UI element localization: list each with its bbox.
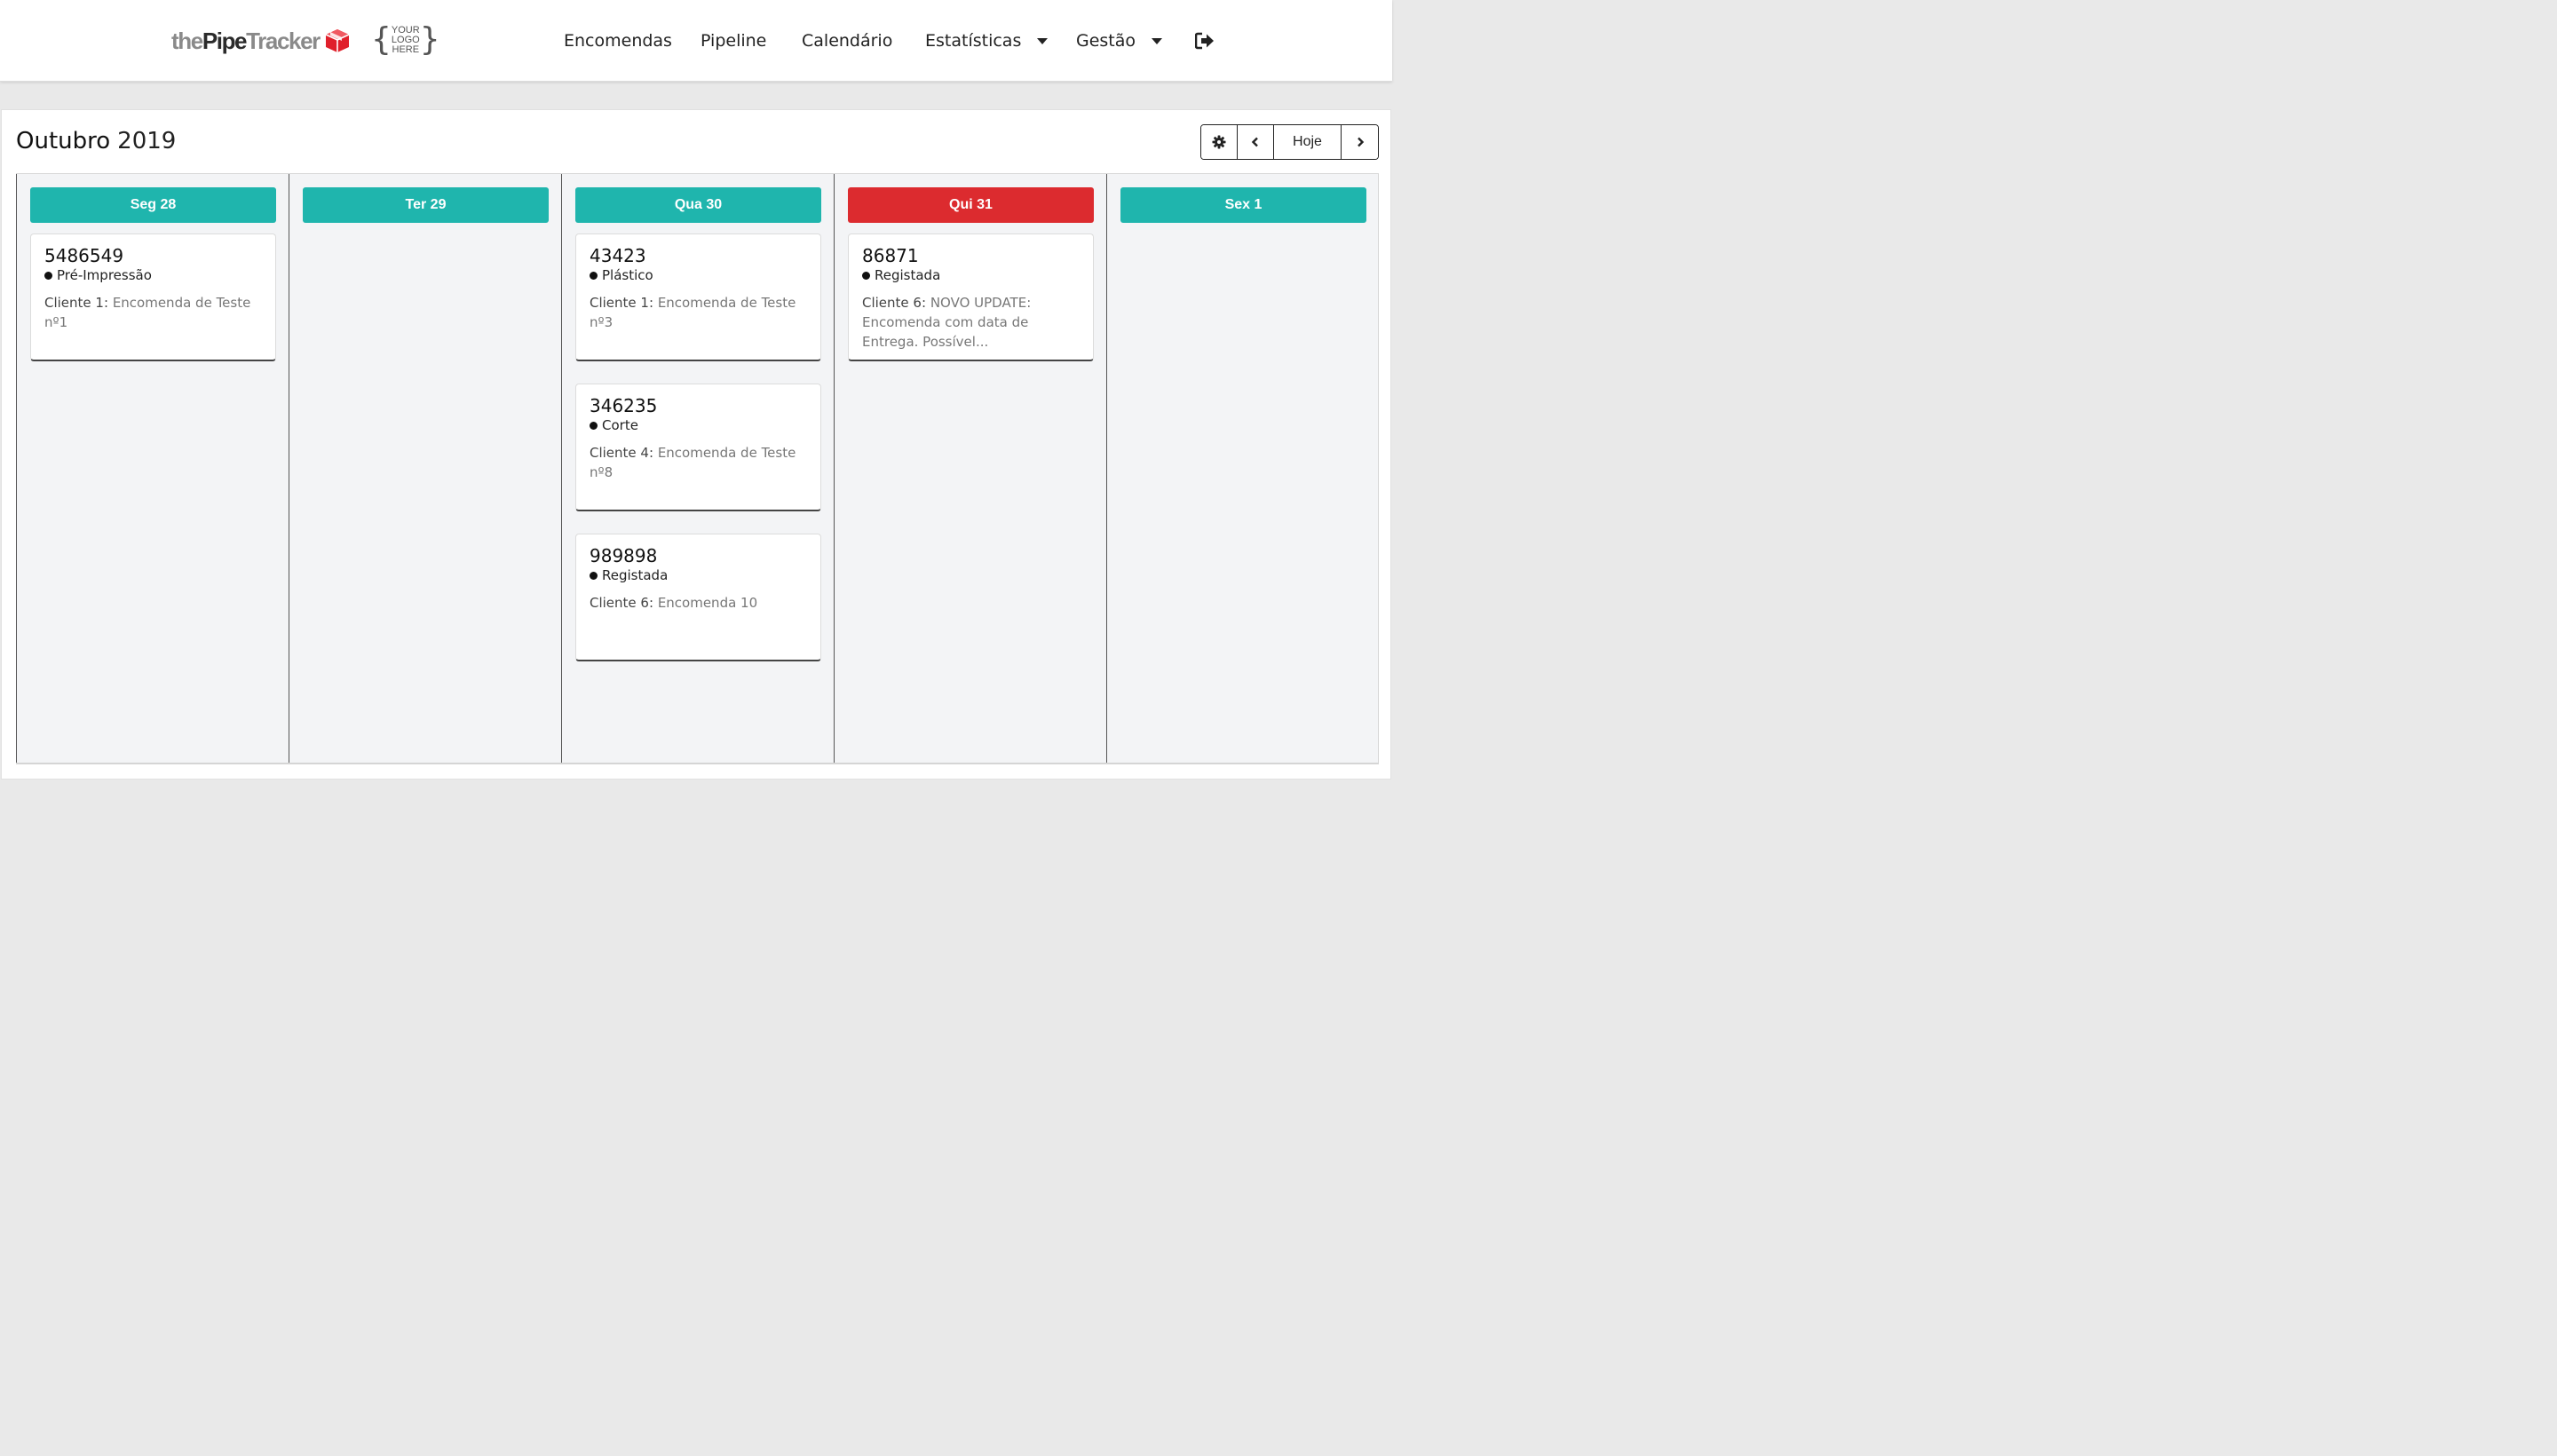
nav-management-label: Gestão xyxy=(1076,31,1136,51)
order-description: Cliente 1: Encomenda de Teste nº3 xyxy=(590,293,807,332)
order-card[interactable]: 5486549 Pré-Impressão Cliente 1: Encomen… xyxy=(30,233,276,361)
order-status: Corte xyxy=(590,416,807,434)
order-client: Cliente 4: xyxy=(590,445,654,461)
order-description-text: Encomenda 10 xyxy=(657,595,758,611)
order-number: 86871 xyxy=(862,245,919,266)
nav-calendar[interactable]: Calendário xyxy=(802,28,892,53)
day-header-thu-today[interactable]: Qui 31 xyxy=(848,187,1094,223)
order-description: Cliente 6: Encomenda 10 xyxy=(590,593,807,613)
order-client: Cliente 1: xyxy=(44,295,109,311)
day-header-mon[interactable]: Seg 28 xyxy=(30,187,276,223)
nav-statistics-label: Estatísticas xyxy=(925,31,1022,51)
logo-line-3: HERE xyxy=(392,44,420,55)
status-dot-icon xyxy=(862,271,870,280)
order-status: Plástico xyxy=(590,266,807,284)
brand-text-the: the xyxy=(171,27,203,54)
next-week-button[interactable] xyxy=(1342,125,1378,159)
nav-orders[interactable]: Encomendas xyxy=(564,28,672,53)
logo-placeholder-text: YOUR LOGO HERE xyxy=(391,24,420,55)
brace-right-icon: } xyxy=(419,21,440,58)
order-client: Cliente 6: xyxy=(862,295,927,311)
order-status-label: Pré-Impressão xyxy=(57,267,152,283)
brand-text-tracker: Tracker xyxy=(246,27,321,54)
day-column-thu: Qui 31 86871 Registada Cliente 6: NOVO U… xyxy=(834,174,1106,763)
brace-left-icon: { xyxy=(371,21,392,58)
status-dot-icon xyxy=(44,271,52,280)
gear-icon xyxy=(1212,135,1226,149)
order-client: Cliente 6: xyxy=(590,595,654,611)
calendar-panel: Outubro 2019 Hoje Seg 28 5486549 Pré-Imp… xyxy=(1,109,1391,779)
day-column-tue: Ter 29 xyxy=(289,174,561,763)
logo-line-2: LOGO xyxy=(391,34,420,45)
today-button[interactable]: Hoje xyxy=(1274,125,1342,159)
day-column-wed: Qua 30 43423 Plástico Cliente 1: Encomen… xyxy=(561,174,834,763)
calendar-title: Outubro 2019 xyxy=(16,128,176,154)
status-dot-icon xyxy=(590,271,598,280)
order-card[interactable]: 346235 Corte Cliente 4: Encomenda de Tes… xyxy=(575,384,821,511)
order-number: 43423 xyxy=(590,245,646,266)
status-dot-icon xyxy=(590,571,598,580)
calendar-month: Outubro xyxy=(16,128,111,154)
order-card[interactable]: 989898 Registada Cliente 6: Encomenda 10 xyxy=(575,534,821,661)
day-column-fri: Sex 1 xyxy=(1106,174,1379,763)
nav-management-dropdown[interactable]: Gestão xyxy=(1076,28,1163,53)
brand-text-pipe: Pipe xyxy=(202,27,248,54)
client-logo-placeholder: { YOUR LOGO HERE } xyxy=(371,21,440,59)
brand-logo[interactable]: the Pipe Tracker xyxy=(171,27,351,55)
order-status-label: Registada xyxy=(875,267,941,283)
caret-down-icon xyxy=(1037,37,1049,44)
order-description: Cliente 6: NOVO UPDATE: Encomenda com da… xyxy=(862,293,1080,352)
chevron-left-icon xyxy=(1251,137,1258,147)
order-status-label: Corte xyxy=(602,417,638,433)
order-card[interactable]: 43423 Plástico Cliente 1: Encomenda de T… xyxy=(575,233,821,361)
sign-out-icon[interactable] xyxy=(1195,32,1215,50)
day-header-wed[interactable]: Qua 30 xyxy=(575,187,821,223)
order-number: 346235 xyxy=(590,395,658,416)
settings-button[interactable] xyxy=(1201,125,1238,159)
order-status: Pré-Impressão xyxy=(44,266,262,284)
day-header-tue[interactable]: Ter 29 xyxy=(303,187,549,223)
caret-down-icon xyxy=(1152,37,1163,44)
chevron-right-icon xyxy=(1357,137,1364,147)
calendar-toolbar: Hoje xyxy=(1200,124,1379,160)
nav-pipeline[interactable]: Pipeline xyxy=(701,28,766,53)
order-client: Cliente 1: xyxy=(590,295,654,311)
previous-week-button[interactable] xyxy=(1238,125,1274,159)
box-icon xyxy=(325,29,350,52)
order-status-label: Plástico xyxy=(602,267,653,283)
week-columns: Seg 28 5486549 Pré-Impressão Cliente 1: … xyxy=(16,173,1379,764)
nav-statistics-dropdown[interactable]: Estatísticas xyxy=(925,28,1049,53)
order-description: Cliente 1: Encomenda de Teste nº1 xyxy=(44,293,262,332)
day-column-mon: Seg 28 5486549 Pré-Impressão Cliente 1: … xyxy=(16,174,289,763)
order-status: Registada xyxy=(590,566,807,584)
order-number: 5486549 xyxy=(44,245,124,266)
status-dot-icon xyxy=(590,421,598,430)
order-number: 989898 xyxy=(590,545,658,566)
order-card[interactable]: 86871 Registada Cliente 6: NOVO UPDATE: … xyxy=(848,233,1094,361)
order-status: Registada xyxy=(862,266,1080,284)
order-status-label: Registada xyxy=(602,567,669,583)
top-navbar: the Pipe Tracker { YOUR LOGO HERE } Enco… xyxy=(0,0,1392,82)
logo-line-1: YOUR xyxy=(391,24,420,36)
day-header-fri[interactable]: Sex 1 xyxy=(1120,187,1366,223)
calendar-year: 2019 xyxy=(117,128,177,154)
order-description: Cliente 4: Encomenda de Teste nº8 xyxy=(590,443,807,482)
